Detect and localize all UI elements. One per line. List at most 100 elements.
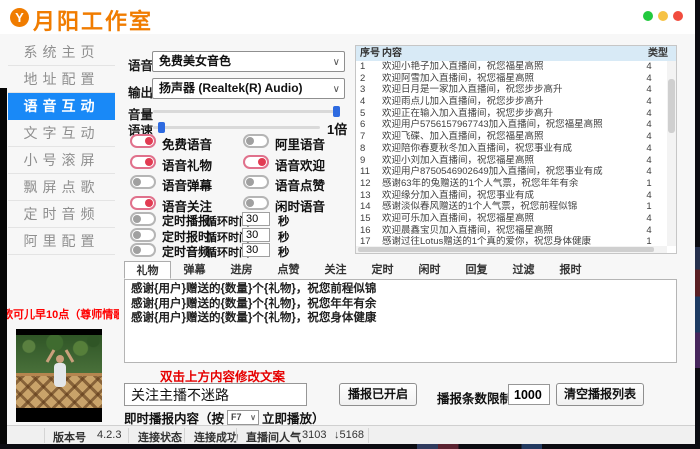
tab-3[interactable]: 进房 <box>218 261 265 279</box>
volume-slider-handle[interactable] <box>333 106 340 117</box>
output-select-value: 扬声器 (Realtek(R) Audio) <box>159 81 303 95</box>
timed-broadcast-label: 定时播报 <box>162 212 210 229</box>
table-row[interactable]: 5欢迎正在输入加入直播间，祝您步步高升4 <box>356 108 667 120</box>
sidebar-item-2[interactable]: 地址配置 <box>8 66 115 93</box>
chevron-down-icon: ∨ <box>333 53 340 72</box>
instant-broadcast-input[interactable] <box>124 383 307 406</box>
speed-slider[interactable] <box>153 126 320 129</box>
status-bar: 版本号 4.2.3 连接状态 连接成功 直播间人气 3103 ↓5168 <box>0 425 695 444</box>
timed-audio-toggle[interactable] <box>130 243 156 257</box>
horizontal-scrollbar[interactable] <box>356 246 667 253</box>
row-content: 欢迎小刘加入直播间，祝您福星高照 <box>382 155 631 167</box>
vertical-scrollbar-thumb[interactable] <box>668 79 675 133</box>
broadcast-toggle-button[interactable]: 播报已开启 <box>339 383 417 406</box>
output-label: 输出 <box>128 82 153 101</box>
timed-audio-cycle-input[interactable] <box>242 243 270 257</box>
voice-follow-toggle[interactable] <box>130 196 156 210</box>
tab-7[interactable]: 闲时 <box>406 261 453 279</box>
chevron-down-icon: ∨ <box>333 80 340 99</box>
row-no: 14 <box>356 201 382 213</box>
row-type: 4 <box>631 190 667 202</box>
template-editor[interactable]: 感谢{用户}赠送的{数量}个{礼物}，祝您前程似锦感谢{用户}赠送的{数量}个{… <box>124 279 677 363</box>
row-no: 9 <box>356 155 382 167</box>
table-row[interactable]: 6欢迎用户5756157967743加入直播间，祝您福星高照4 <box>356 119 667 131</box>
tab-1[interactable]: 礼物 <box>124 261 171 279</box>
toggle-knob-icon <box>133 231 141 239</box>
sidebar-item-3[interactable]: 语音互动 <box>8 93 115 120</box>
sidebar-item-7[interactable]: 定时音频 <box>8 201 115 228</box>
speed-slider-handle[interactable] <box>158 122 165 133</box>
window-minimize-light[interactable] <box>643 11 653 21</box>
tab-5[interactable]: 关注 <box>312 261 359 279</box>
instant-prefix: 即时播报内容（按 <box>124 412 224 426</box>
timed-broadcast-cycle-unit: 秒 <box>278 213 290 229</box>
row-type: 4 <box>631 61 667 73</box>
sidebar-item-1[interactable]: 系统主页 <box>8 39 115 66</box>
timed-broadcast-toggle[interactable] <box>130 212 156 226</box>
vertical-scrollbar[interactable] <box>667 61 676 246</box>
table-row[interactable]: 13欢迎缘分加入直播间，祝您事业有成4 <box>356 190 667 202</box>
limit-input[interactable] <box>508 384 550 405</box>
table-header: 序号 内容 类型 <box>356 46 676 61</box>
window-close-light[interactable] <box>673 11 683 21</box>
timed-broadcast-cycle-input[interactable] <box>242 212 270 226</box>
tab-4[interactable]: 点赞 <box>265 261 312 279</box>
template-tabs: 礼物弹幕进房点赞关注定时闲时回复过滤报时 <box>124 261 677 279</box>
timed-chime-toggle[interactable] <box>130 228 156 242</box>
tab-6[interactable]: 定时 <box>359 261 406 279</box>
window-restore-light[interactable] <box>658 11 668 21</box>
sidebar-item-4[interactable]: 文字互动 <box>8 120 115 147</box>
voice-welcome-toggle[interactable] <box>243 155 269 169</box>
table-row[interactable]: 4欢迎雨点儿加入直播间，祝您步步高升4 <box>356 96 667 108</box>
table-row[interactable]: 14感谢淡似春风赠送的1个人气票，祝您前程似锦1 <box>356 201 667 213</box>
voice-danmu-toggle[interactable] <box>130 175 156 189</box>
row-content: 欢迎缘分加入直播间，祝您事业有成 <box>382 190 631 202</box>
voice-select[interactable]: 免费美女音色 ∨ <box>152 51 345 72</box>
table-row[interactable]: 16欢迎晨鑫宝贝加入直播间，祝您福星高照4 <box>356 225 667 237</box>
hotkey-select[interactable]: F7∨ <box>227 410 259 425</box>
table-row[interactable]: 3欢迎日月是一家加入直播间，祝您步步高升4 <box>356 84 667 96</box>
row-no: 12 <box>356 178 382 190</box>
desktop-edge-bottom <box>0 444 695 449</box>
table-row[interactable]: 11欢迎用户8750546902649加入直播间，祝您事业有成4 <box>356 166 667 178</box>
tab-10[interactable]: 报时 <box>547 261 594 279</box>
output-device-select[interactable]: 扬声器 (Realtek(R) Audio) ∨ <box>152 78 345 99</box>
live-preview-thumbnail[interactable] <box>16 329 102 422</box>
ali-voice-toggle[interactable] <box>243 134 269 148</box>
sidebar-item-5[interactable]: 小号滚屏 <box>8 147 115 174</box>
toggle-knob-icon <box>145 137 153 145</box>
sidebar-item-6[interactable]: 飘屏点歌 <box>8 174 115 201</box>
row-type: 4 <box>631 225 667 237</box>
table-row[interactable]: 2欢迎阿雪加入直播间，祝您福星高照4 <box>356 73 667 85</box>
table-row[interactable]: 9欢迎小刘加入直播间，祝您福星高照4 <box>356 155 667 167</box>
table-row[interactable]: 8欢迎陪你春夏秋冬加入直播间，祝您事业有成4 <box>356 143 667 155</box>
table-row[interactable]: 12感谢63年的兔赠送的1个人气票，祝您年年有余1 <box>356 178 667 190</box>
voice-label: 语音 <box>128 55 153 74</box>
desktop-edge-right <box>695 0 700 449</box>
row-content: 欢迎可乐加入直播间，祝您福星高照 <box>382 213 631 225</box>
timed-chime-cycle-input[interactable] <box>242 228 270 242</box>
table-row[interactable]: 17感谢过往Lotus赠送的1个真的爱你，祝您身体健康1 <box>356 236 667 246</box>
free-voice-toggle[interactable] <box>130 134 156 148</box>
sidebar-item-8[interactable]: 阿里配置 <box>8 228 115 255</box>
row-content: 感谢63年的兔赠送的1个人气票，祝您年年有余 <box>382 178 631 190</box>
row-content: 欢迎阿雪加入直播间，祝您福星高照 <box>382 73 631 85</box>
row-content: 欢迎飞碟、加入直播间，祝您福星高照 <box>382 131 631 143</box>
clear-list-button[interactable]: 清空播报列表 <box>556 383 644 406</box>
tab-8[interactable]: 回复 <box>453 261 500 279</box>
popularity-value: 3103 <box>302 429 326 441</box>
row-type: 4 <box>631 131 667 143</box>
voice-gift-toggle[interactable] <box>130 155 156 169</box>
toggle-knob-icon <box>258 158 266 166</box>
idle-voice-toggle[interactable] <box>243 196 269 210</box>
tab-9[interactable]: 过滤 <box>500 261 547 279</box>
volume-slider[interactable] <box>153 110 340 113</box>
tab-2[interactable]: 弹幕 <box>171 261 218 279</box>
voice-like-toggle[interactable] <box>243 175 269 189</box>
table-row[interactable]: 1欢迎小艳子加入直播间，祝您福星高照4 <box>356 61 667 73</box>
app-window: Y 月阳工作室 系统主页地址配置语音互动文字互动小号滚屏飘屏点歌定时音频阿里配置… <box>0 0 695 444</box>
horizontal-scrollbar-thumb[interactable] <box>358 247 654 252</box>
table-row[interactable]: 7欢迎飞碟、加入直播间，祝您福星高照4 <box>356 131 667 143</box>
row-type: 4 <box>631 155 667 167</box>
table-row[interactable]: 15欢迎可乐加入直播间，祝您福星高照4 <box>356 213 667 225</box>
